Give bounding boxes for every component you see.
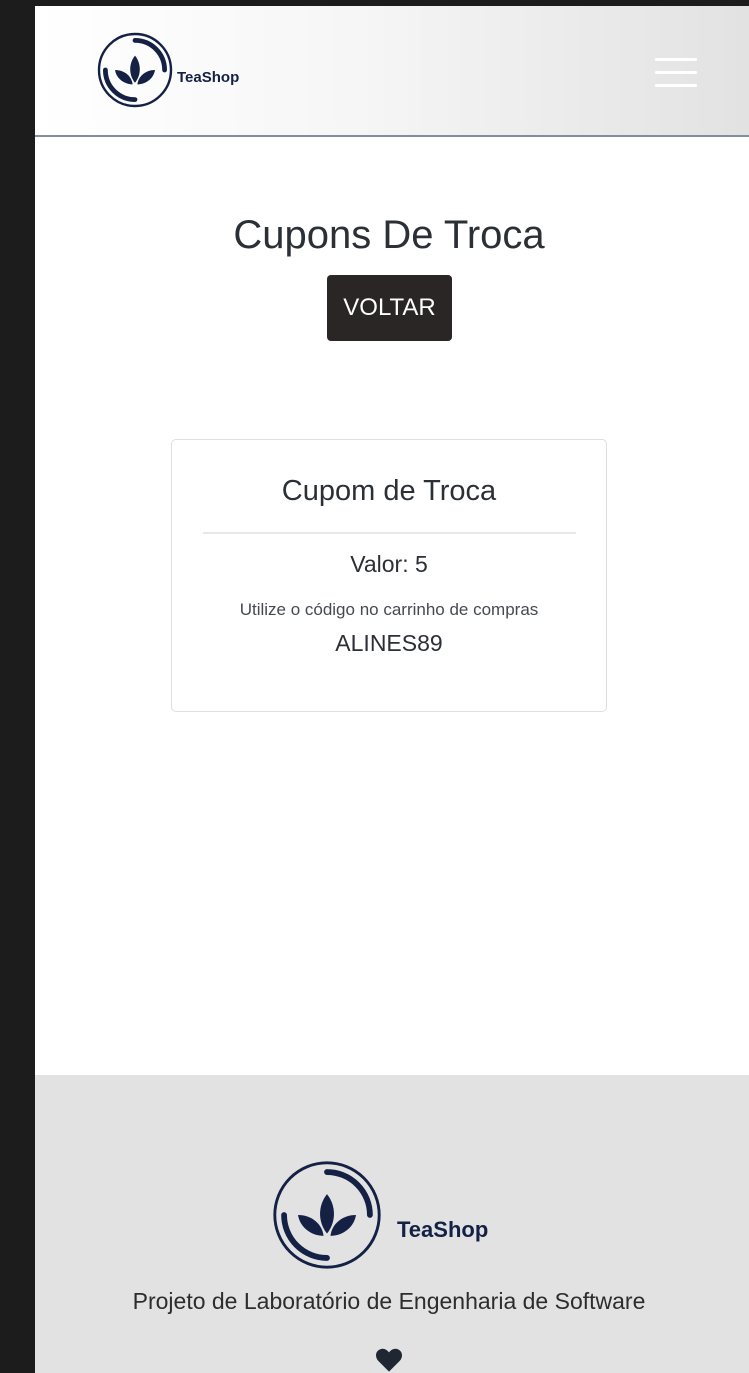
window-frame-left [0, 0, 35, 1373]
back-button[interactable]: VOLTAR [327, 275, 452, 341]
hamburger-line [655, 71, 697, 74]
hamburger-menu-icon[interactable] [655, 56, 697, 90]
footer-description: Projeto de Laboratório de Engenharia de … [132, 1288, 646, 1314]
tea-leaf-logo-icon [273, 1161, 381, 1269]
footer-brand: TeaShop [269, 1157, 488, 1273]
page-title: Cupons De Troca [233, 213, 545, 257]
navbar-brand-name: TeaShop [177, 68, 240, 86]
hamburger-line [655, 84, 697, 87]
navbar-brand[interactable]: TeaShop [95, 30, 239, 110]
tea-leaf-logo-icon [97, 32, 173, 108]
hamburger-line [655, 58, 697, 61]
coupon-hint: Utilize o código no carrinho de compras [239, 600, 539, 619]
coupon-value: Valor: 5 [350, 551, 428, 577]
coupon-card: Cupom de Troca Valor: 5 Utilize o código… [171, 439, 607, 712]
page: TeaShop Cupons De Troca VOLTAR Cupom de … [35, 6, 749, 1373]
navbar: TeaShop [35, 6, 749, 137]
coupon-title: Cupom de Troca [281, 475, 497, 507]
coupon-code: ALINES89 [335, 630, 443, 656]
coupon-divider [203, 532, 576, 534]
footer-brand-name: TeaShop [397, 1217, 489, 1242]
heart-icon [376, 1348, 402, 1372]
footer: TeaShop Projeto de Laboratório de Engenh… [35, 1075, 749, 1373]
